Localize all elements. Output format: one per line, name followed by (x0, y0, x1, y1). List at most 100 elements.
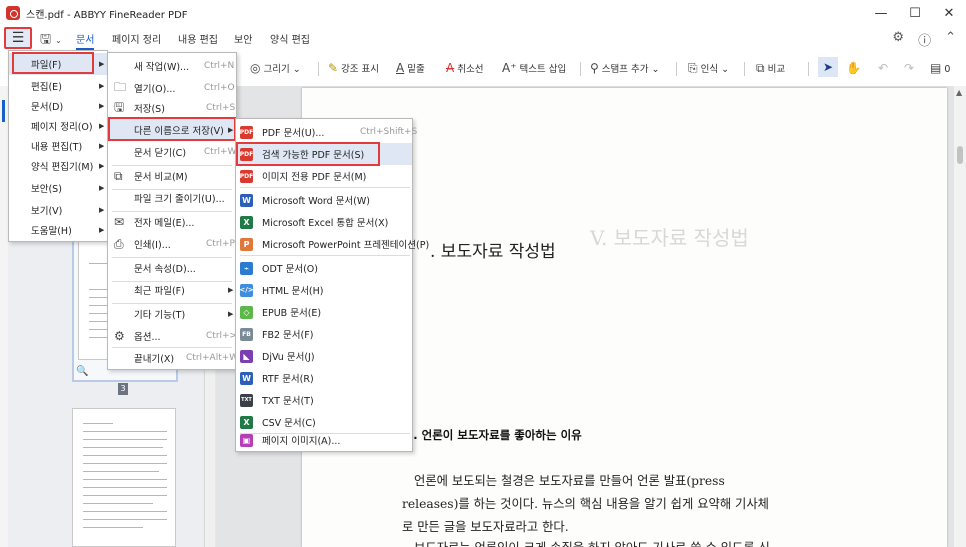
comments-button[interactable]: ▤ 0 (930, 61, 950, 75)
menu-save-epub[interactable]: ◇ EPUB 문서(E) (236, 301, 412, 323)
pdf-icon: PDF (240, 125, 253, 139)
file-menu-highlight-box (12, 52, 94, 74)
menu-item-view[interactable]: 보기(V) ▶ (9, 199, 107, 221)
document-body-line-1: 언론에 보도되는 철경은 보도자료를 만들어 언론 발표(press (414, 474, 725, 488)
close-button[interactable]: ✕ (932, 0, 966, 26)
menu-save-fb2[interactable]: FB FB2 문서(F) (236, 323, 412, 345)
highlight-tool[interactable]: ✎ 강조 표시 (328, 61, 379, 75)
menu-document-properties[interactable]: 문서 속성(D)... (108, 257, 236, 279)
tab-organize-pages[interactable]: 페이지 정리 (112, 31, 161, 46)
menu-compare-documents[interactable]: ⧉ 문서 비교(M) (108, 165, 236, 187)
window-title: 스캔.pdf - ABBYY FineReader PDF (26, 9, 188, 21)
menu-item-help[interactable]: 도움말(H) ▶ (9, 219, 107, 241)
tab-security[interactable]: 보안 (234, 31, 252, 46)
save-icon: 🖫 (114, 99, 125, 114)
compare-icon: ⧉ (114, 168, 123, 183)
redo-icon: ↷ (904, 61, 915, 75)
gear-icon: ⚙ (114, 329, 125, 343)
menu-open[interactable]: 🗀 열기(O)... Ctrl+O (108, 77, 236, 99)
draw-icon: ◎ (250, 61, 261, 75)
menu-item-form-editor[interactable]: 양식 편집기(M) ▶ (9, 155, 107, 177)
menu-save[interactable]: 🖫 저장(S) Ctrl+S (108, 97, 236, 119)
add-stamp-tool[interactable]: ⚲ 스탬프 추가 ⌄ (590, 61, 660, 75)
document-scrollbar[interactable]: ▲ (954, 86, 966, 547)
main-menu-button[interactable]: ☰ (4, 27, 32, 49)
cursor-icon: ➤ (822, 60, 834, 74)
maximize-button[interactable]: ☐ (898, 0, 932, 26)
recognize-tool[interactable]: ⎘ 인식 ⌄ (688, 61, 729, 76)
menu-item-edit[interactable]: 편집(E) ▶ (9, 75, 107, 97)
hamburger-icon: ☰ (11, 30, 25, 46)
page-image-icon: ▣ (240, 433, 253, 447)
left-strip (0, 86, 8, 547)
tab-form-editor[interactable]: 양식 편집 (270, 31, 310, 46)
minimize-button[interactable]: — (864, 0, 898, 26)
pdf-icon: PDF (240, 169, 253, 183)
menu-save-txt[interactable]: TXT TXT 문서(T) (236, 389, 412, 411)
hand-icon: ✋ (846, 61, 861, 75)
strikethrough-tool[interactable]: A 취소선 (446, 61, 483, 75)
compare-icon: ⧉ (756, 61, 765, 75)
menu-item-organize-pages[interactable]: 페이지 정리(O) ▶ (9, 115, 107, 137)
menu-item-document[interactable]: 문서(D) ▶ (9, 95, 107, 117)
highlighter-icon: ✎ (328, 61, 339, 75)
recognize-icon: ⎘ (688, 61, 698, 75)
thumbnail-page-4[interactable] (72, 408, 176, 547)
compare-tool[interactable]: ⧉ 비교 (756, 61, 785, 76)
help-icon[interactable]: ⓘ (918, 30, 931, 49)
menu-save-page-images[interactable]: ▣ 페이지 이미지(A)... (236, 429, 412, 451)
menu-options[interactable]: ⚙ 옵션... Ctrl+> (108, 325, 237, 347)
menu-save-html[interactable]: </> HTML 문서(H) (236, 279, 412, 301)
csv-icon: X (240, 415, 253, 429)
thumbnail-zoom-icon[interactable]: 🔍 (76, 366, 88, 377)
menu-print[interactable]: ⎙ 인쇄(I)... Ctrl+P (108, 233, 236, 255)
select-cursor-button[interactable]: ➤ (818, 57, 838, 77)
menu-save-rtf[interactable]: W RTF 문서(R) (236, 367, 412, 389)
excel-icon: X (240, 215, 253, 229)
menu-save-djvu[interactable]: ◣ DjVu 문서(J) (236, 345, 412, 367)
menu-save-powerpoint[interactable]: P Microsoft PowerPoint 프레젠테이션(P) (236, 233, 429, 255)
tab-edit-content[interactable]: 내용 편집 (178, 31, 218, 46)
insert-text-tool[interactable]: A⁺ 텍스트 삽입 (502, 61, 566, 75)
epub-icon: ◇ (240, 305, 253, 319)
menu-reduce-file-size[interactable]: 파일 크기 줄이기(U)... (108, 187, 236, 209)
menu-save-excel[interactable]: X Microsoft Excel 통합 문서(X) (236, 211, 412, 233)
document-subheading: ). 언론이 보도자료를 좋아하는 이유 (408, 428, 582, 442)
tab-document[interactable]: 문서 (76, 31, 95, 50)
menu-save-word[interactable]: W Microsoft Word 문서(W) (236, 189, 412, 211)
menu-recent-files[interactable]: 최근 파일(F) ▶ (108, 279, 236, 301)
searchable-pdf-highlight-box (236, 142, 380, 166)
odt-icon: ⌁ (240, 261, 253, 275)
mail-icon: ✉ (114, 215, 125, 229)
document-heading: . 보도자료 작성법 (430, 242, 556, 262)
menu-new-task[interactable]: 새 작업(W)... Ctrl+N (108, 55, 236, 77)
comment-icon: ▤ (930, 61, 942, 75)
menu-item-security[interactable]: 보안(S) ▶ (9, 177, 107, 199)
menu-save-pdf[interactable]: PDF PDF 문서(U)... Ctrl+Shift+S (236, 121, 417, 143)
app-logo-icon (6, 6, 20, 20)
collapse-ribbon-icon[interactable]: ⌃ (945, 30, 956, 49)
save-as-menu: PDF PDF 문서(U)... Ctrl+Shift+S PDF 검색 가능한 PD… (235, 118, 429, 452)
document-ghost-heading: V. 보도자료 작성법 (590, 226, 749, 250)
hand-tool[interactable]: ✋ (846, 61, 864, 75)
menu-close-document[interactable]: 문서 닫기(C) Ctrl+W (108, 141, 236, 163)
menu-save-image-pdf[interactable]: PDF 이미지 전용 PDF 문서(M) (236, 165, 412, 187)
powerpoint-icon: P (240, 237, 253, 251)
menu-exit[interactable]: 끝내기(X) Ctrl+Alt+W (108, 347, 238, 369)
menu-save-odt[interactable]: ⌁ ODT 문서(O) (236, 257, 412, 279)
save-as-highlight-box (108, 117, 236, 141)
menu-other-features[interactable]: 기타 기능(T) ▶ (108, 303, 236, 325)
undo-button[interactable]: ↶ (878, 61, 891, 75)
settings-icon[interactable]: ⚙ (892, 30, 904, 49)
save-icon[interactable]: 🖫 ⌄ (40, 30, 62, 52)
word-icon: W (240, 193, 253, 207)
title-bar: 스캔.pdf - ABBYY FineReader PDF — ☐ ✕ (0, 0, 966, 26)
menu-item-edit-content[interactable]: 내용 편집(T) ▶ (9, 135, 107, 157)
draw-tool[interactable]: ◎ 그리기 ⌄ (250, 61, 301, 75)
html-icon: </> (239, 283, 254, 297)
file-menu: 새 작업(W)... Ctrl+N 🗀 열기(O)... Ctrl+O 🖫 저장(S) C… (107, 52, 238, 370)
menu-email[interactable]: ✉ 전자 메일(E)... (108, 211, 236, 233)
txt-icon: TXT (240, 393, 253, 407)
redo-button[interactable]: ↷ (904, 61, 917, 75)
underline-tool[interactable]: A 밑줄 (396, 61, 425, 75)
